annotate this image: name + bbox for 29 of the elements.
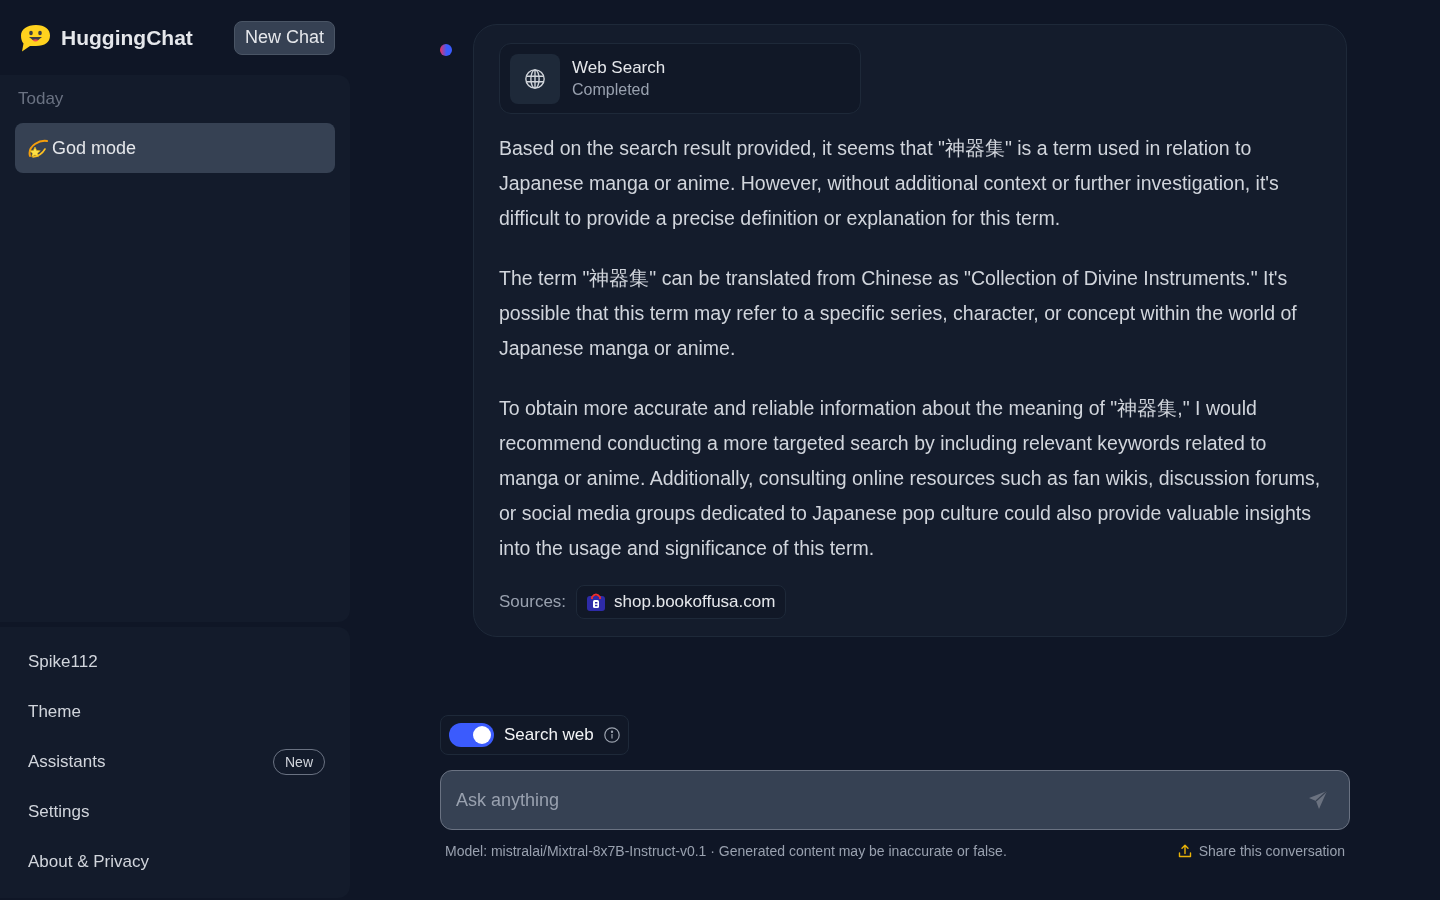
globe-icon	[510, 53, 560, 104]
shopping-bag-icon	[587, 593, 606, 611]
answer-paragraph: The term "神器集" can be translated from Chinese as "Collection of Divine Instruments." It's possible that this term may refer to a specific series, character, or concept within the world of Japanese manga or anime.	[499, 266, 1298, 361]
search-web-toggle[interactable]	[449, 723, 494, 747]
share-link[interactable]: Share this conversation	[1177, 841, 1345, 861]
source-link[interactable]: shop.bookoffusa.com	[576, 585, 787, 619]
tool-status: Completed	[572, 79, 651, 100]
sidebar-menu-link[interactable]: Spike112	[15, 637, 335, 687]
answer-paragraph: Based on the search result provided, it seems that "神器集" is a term used in relation to Japanese manga or anime. However, without additional context or further investigation, it's difficult to provide a precise definition or explanation for this term.	[499, 136, 1280, 231]
date-group-label: Today	[17, 88, 65, 110]
dizzy-star-icon	[27, 137, 49, 159]
app-title: HuggingChat	[61, 24, 193, 51]
tool-title: Web Search	[572, 56, 666, 79]
new-chat-button[interactable]: New Chat	[233, 20, 335, 55]
search-web-label: Search web	[504, 724, 594, 747]
conversation-item[interactable]: God mode	[15, 123, 335, 173]
send-icon	[1308, 790, 1328, 810]
model-disclaimer-text: Model: mistralai/Mixtral-8x7B-Instruct-v0.1 · Generated content may be inaccurate or false.	[445, 842, 1007, 861]
logo-icon	[20, 23, 51, 52]
sidebar-menu-link[interactable]: Settings	[15, 787, 335, 837]
sidebar-menu-link[interactable]: About & Privacy	[15, 837, 335, 887]
message-input[interactable]: Ask anything	[440, 770, 1350, 830]
sources-label: Sources:	[499, 591, 567, 614]
answer-paragraph: To obtain more accurate and reliable information about the meaning of "神器集," I would recommend conducting a more targeted search by including relevant keywords related to manga or anime. Additionally, consulting online resources such as fan wikis, discussion forums, or social media groups dedicated to Japanese pop culture could also provide valuable insights into the usage and significance of this term.	[499, 396, 1321, 561]
model-avatar-icon	[440, 44, 452, 56]
share-icon	[1177, 844, 1192, 858]
info-icon[interactable]	[603, 727, 620, 743]
sidebar-menu-link[interactable]: Theme	[15, 687, 335, 737]
sidebar-menu-link[interactable]: Assistants New	[15, 737, 335, 787]
